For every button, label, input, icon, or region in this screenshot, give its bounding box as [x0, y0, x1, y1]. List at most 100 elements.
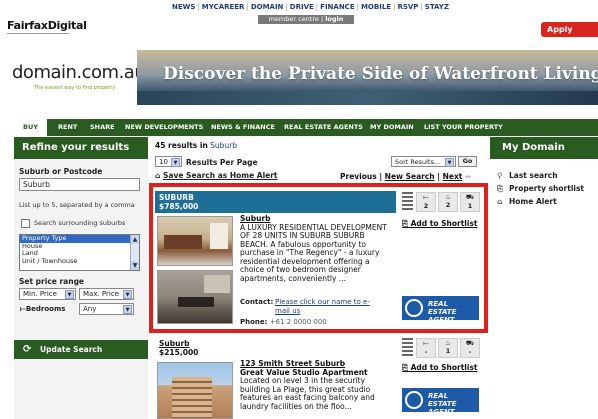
- scroll-down-icon[interactable]: ▼: [131, 261, 139, 270]
- nav-news[interactable]: NEWS: [172, 3, 195, 11]
- shower-icon: ♨: [445, 339, 451, 347]
- chevron-down-icon: ▼: [445, 158, 454, 167]
- listing-features: ⟝ - ♨ 1 ⛟ -: [400, 337, 480, 359]
- per-page-value: 10: [159, 158, 168, 166]
- globe-icon: [405, 391, 423, 409]
- price-range-label: Set price range: [19, 277, 85, 286]
- domain-tagline: The easiest way to find property: [34, 85, 116, 91]
- nav-domain[interactable]: DOMAIN: [251, 3, 284, 11]
- go-button[interactable]: Go: [458, 156, 477, 167]
- highlight-frame: [149, 183, 488, 333]
- member-centre-link[interactable]: member centre: [269, 15, 319, 23]
- results-suburb-link[interactable]: Suburb: [210, 141, 237, 150]
- surrounding-label: Search surrounding suburbs: [34, 219, 126, 227]
- tab-rent[interactable]: RENT: [58, 119, 77, 136]
- new-search-link[interactable]: New Search: [385, 172, 435, 181]
- nav-rsvp[interactable]: RSVP: [397, 3, 418, 11]
- surrounding-checkbox[interactable]: [21, 219, 30, 228]
- listing-header[interactable]: Suburb $215,000: [155, 337, 396, 359]
- banner-headline: Discover the Private Side of Waterfront …: [163, 64, 598, 84]
- car-icon: ⛟: [465, 339, 475, 347]
- domain-logo[interactable]: domain.com.au: [12, 62, 146, 83]
- last-search-text: Last search: [509, 171, 558, 180]
- fairfax-logo-text: FairfaxDigital: [7, 19, 87, 32]
- agent-logo[interactable]: REAL ESTATE AGENT: [402, 388, 479, 416]
- advertising-banner[interactable]: Discover the Private Side of Waterfront …: [137, 50, 598, 105]
- per-page-select[interactable]: 10 ▼: [155, 156, 182, 167]
- listing-photo-building[interactable]: [157, 362, 233, 419]
- domain-logo-text: domain.com.au: [12, 62, 146, 83]
- save-alert-text: Save Search as Home Alert: [163, 171, 278, 180]
- suburb-hint: List up to 5, separated by a comma: [19, 201, 135, 209]
- fairfax-logo-underline: [7, 33, 69, 34]
- chevron-down-icon: ▼: [123, 305, 132, 314]
- listing-description-text: Located on level 3 in the security build…: [240, 376, 375, 411]
- main-nav: BUY RENT SHARE NEW DEVELOPMENTS NEWS & F…: [14, 119, 598, 136]
- bedrooms-label-text: Bedrooms: [25, 305, 66, 313]
- cars-box: ⛟ -: [460, 338, 480, 358]
- home-alert-icon: ⌂: [497, 197, 503, 206]
- add-to-shortlist-link[interactable]: ⎘ Add to Shortlist: [402, 363, 478, 373]
- banner-shoreline: [137, 91, 598, 105]
- nav-stayz[interactable]: STAYZ: [425, 3, 449, 11]
- update-search-button[interactable]: ⟳ Update Search: [14, 340, 148, 359]
- listbox-option[interactable]: Unit / Townhouse: [20, 257, 139, 266]
- shortlist-icon: ⎘: [402, 363, 408, 372]
- tab-buy[interactable]: BUY: [14, 119, 47, 136]
- home-alert-link[interactable]: ⌂ Home Alert: [497, 197, 557, 206]
- my-domain-title: My Domain: [490, 137, 598, 159]
- bedrooms-value: Any: [83, 305, 97, 313]
- tab-new-developments[interactable]: NEW DEVELOPMENTS: [125, 119, 203, 136]
- network-nav: NEWS | MYCAREER | DOMAIN | DRIVE | FINANCE | MOBIL…: [172, 3, 449, 11]
- save-alert-link[interactable]: ⌂ Save Search as Home Alert: [155, 171, 278, 180]
- sort-select[interactable]: Sort Results... ▼: [391, 156, 456, 167]
- next-link[interactable]: Next: [443, 172, 463, 181]
- listbox-scrollbar[interactable]: ▲ ▼: [130, 235, 139, 270]
- max-price-select[interactable]: Max. Price ▼: [79, 288, 134, 300]
- results-count: 45 results in Suburb: [155, 141, 237, 150]
- refine-title: Refine your results: [14, 137, 148, 159]
- sort-value: Sort Results...: [395, 158, 441, 166]
- arrow-right-icon: ➡: [465, 172, 472, 181]
- tab-news-finance[interactable]: NEWS & FINANCE: [211, 119, 275, 136]
- suburb-input[interactable]: Suburb: [19, 178, 140, 191]
- nav-finance[interactable]: FINANCE: [320, 3, 354, 11]
- last-search-link[interactable]: ⚲ Last search: [497, 171, 558, 180]
- nav-mobile[interactable]: MOBILE: [361, 3, 391, 11]
- bedrooms-select[interactable]: Any ▼: [79, 303, 134, 315]
- tab-my-domain[interactable]: MY DOMAIN: [370, 119, 414, 136]
- search-icon: ⚲: [497, 171, 503, 180]
- apply-online-button[interactable]: Apply online: [541, 22, 598, 49]
- beds-value: -: [424, 348, 428, 356]
- refresh-icon: ⟳: [23, 344, 32, 355]
- previous-link[interactable]: Previous: [340, 172, 377, 181]
- pagination: Previous | New Search | Next ➡: [340, 172, 472, 181]
- min-price-value: Min. Price: [23, 290, 57, 298]
- bed-icon: ⟝: [423, 339, 429, 347]
- tab-list-your-property[interactable]: LIST YOUR PROPERTY: [424, 119, 503, 136]
- results-count-text: 45 results in: [155, 141, 208, 150]
- baths-value: 1: [445, 347, 451, 355]
- cars-value: -: [468, 348, 472, 356]
- bedrooms-label: ⟝Bedrooms: [20, 305, 65, 314]
- tab-share[interactable]: SHARE: [90, 119, 115, 136]
- baths-box: ♨ 1: [438, 338, 458, 358]
- login-link[interactable]: login: [325, 15, 343, 23]
- nav-drive[interactable]: DRIVE: [290, 3, 314, 11]
- gallery-icon: [402, 338, 413, 358]
- scroll-up-icon[interactable]: ▲: [131, 235, 139, 244]
- property-type-listbox[interactable]: Property Type House Land Unit / Townhous…: [19, 234, 140, 271]
- chevron-down-icon: ▼: [123, 290, 132, 299]
- shortlist-icon: ⎘: [497, 184, 503, 193]
- listing-description: 123 Smith Street Suburb Great Value Stud…: [240, 359, 390, 411]
- nav-mycareer[interactable]: MYCAREER: [202, 3, 245, 11]
- property-shortlist-link[interactable]: ⎘ Property shortlist: [497, 184, 584, 194]
- home-alert-icon: ⌂: [155, 171, 161, 180]
- property-shortlist-text: Property shortlist: [509, 184, 585, 193]
- fairfax-logo[interactable]: FairfaxDigital: [7, 19, 87, 32]
- min-price-select[interactable]: Min. Price ▼: [19, 288, 76, 300]
- chevron-down-icon: ▼: [65, 290, 74, 299]
- building-shape: [172, 377, 212, 418]
- tab-real-estate-agents[interactable]: REAL ESTATE AGENTS: [284, 119, 363, 136]
- home-alert-text: Home Alert: [509, 197, 557, 206]
